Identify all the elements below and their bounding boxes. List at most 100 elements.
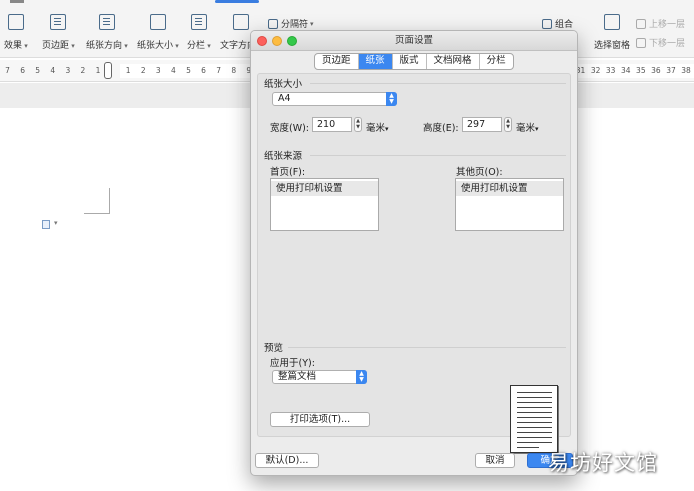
move-up-icon	[636, 18, 646, 29]
zoom-window-button[interactable]	[287, 36, 297, 46]
paper-size-label: 纸张大小	[137, 38, 179, 51]
preview-line	[517, 412, 552, 413]
ruler-number: 38	[681, 66, 691, 75]
indent-marker[interactable]	[104, 62, 112, 79]
ruler-number: 33	[605, 66, 616, 75]
select-pane-button[interactable]: 选择窗格	[594, 14, 630, 51]
effects-icon	[7, 14, 24, 30]
dialog-titlebar[interactable]: 页面设置	[251, 31, 577, 51]
ruler-number: 7	[5, 66, 10, 75]
page-break-label: 分隔符	[281, 20, 309, 30]
combine-icon	[542, 18, 552, 29]
preview-line	[517, 447, 539, 448]
columns-label: 分栏	[187, 38, 211, 51]
columns-icon	[190, 14, 207, 30]
ribbon-edge	[10, 0, 24, 3]
select-pane-icon	[604, 14, 620, 30]
ruler-number: 4	[50, 66, 56, 75]
first-page-label: 首页(F):	[270, 167, 306, 178]
effects-button[interactable]: 效果	[4, 14, 28, 51]
watermark-text: 易坊好文馆	[548, 451, 658, 475]
move-down-button[interactable]: 下移一层	[636, 36, 685, 49]
paper-source-section-title: 纸张来源	[264, 151, 303, 162]
preview-line	[517, 402, 552, 403]
preview-line	[517, 432, 552, 433]
apply-to-arrows-icon: ▲ ▼	[356, 370, 367, 384]
preview-line	[517, 417, 552, 418]
paper-size-divider	[310, 83, 566, 84]
combine-label: 组合	[555, 20, 574, 30]
close-window-button[interactable]	[257, 36, 267, 46]
move-down-label: 下移一层	[649, 39, 686, 49]
preview-line	[517, 422, 552, 423]
width-unit-caret-icon: ▾	[385, 125, 389, 133]
paper-size-icon	[149, 14, 166, 30]
combine-button[interactable]: 组合	[542, 17, 573, 30]
orientation-button[interactable]: 纸张方向	[86, 14, 128, 51]
ruler-number: 35	[636, 66, 646, 75]
default-button[interactable]: 默认(D)...	[255, 453, 319, 468]
tab-paper[interactable]: 纸张	[358, 54, 393, 69]
tab-content-panel: 纸张大小 A4 ▲ ▼ 宽度(W): 210 ▲ ▼ 毫米▾ 高度(E): 297 …	[257, 73, 571, 453]
paragraph-icon[interactable]	[42, 220, 50, 229]
paper-size-button[interactable]: 纸张大小	[137, 14, 179, 51]
ruler-number: 7	[216, 66, 222, 75]
height-stepper[interactable]: ▲ ▼	[504, 117, 512, 132]
ruler-number: 37	[666, 66, 676, 75]
ruler-number: 2	[80, 66, 86, 75]
select-arrows-icon: ▲ ▼	[386, 92, 397, 106]
minimize-window-button[interactable]	[272, 36, 282, 46]
columns-button[interactable]: 分栏	[187, 14, 211, 51]
preview-line	[517, 427, 552, 428]
cancel-button[interactable]: 取消	[475, 453, 515, 468]
page-break-caret-icon: ▾	[310, 19, 314, 28]
orientation-label: 纸张方向	[86, 38, 128, 51]
height-label: 高度(E):	[423, 123, 459, 134]
preview-line	[517, 407, 552, 408]
margins-label: 页边距	[42, 38, 75, 51]
width-stepper[interactable]: ▲ ▼	[354, 117, 362, 132]
preview-line	[517, 397, 552, 398]
tab-columns[interactable]: 分栏	[480, 54, 513, 69]
effects-label: 效果	[4, 38, 28, 51]
app-window: 效果 页边距 纸张方向 纸张大小 分栏 文字方向 分隔符 ▾	[0, 0, 694, 491]
page-break-button[interactable]: 分隔符 ▾	[268, 17, 314, 30]
ruler-number: 6	[20, 66, 25, 75]
print-options-button[interactable]: 打印选项(T)...	[270, 412, 370, 427]
dialog-title: 页面设置	[394, 35, 433, 46]
paper-size-select[interactable]: A4 ▲ ▼	[272, 92, 397, 106]
ruler-number: 5	[35, 66, 41, 75]
height-field[interactable]: 297	[462, 117, 502, 132]
first-page-item[interactable]: 使用打印机设置	[271, 181, 378, 196]
page-preview-thumbnail	[510, 385, 558, 453]
margins-button[interactable]: 页边距	[42, 14, 75, 51]
first-page-listbox[interactable]: 使用打印机设置	[270, 178, 379, 231]
move-up-button[interactable]: 上移一层	[636, 17, 685, 30]
tab-layout[interactable]: 版式	[393, 54, 427, 69]
tab-document-grid[interactable]: 文档网格	[427, 54, 480, 69]
paper-size-section-title: 纸张大小	[264, 79, 303, 90]
ruler-number: 6	[201, 66, 206, 75]
tab-margins[interactable]: 页边距	[315, 54, 359, 69]
width-field[interactable]: 210	[312, 117, 352, 132]
ruler-number: 8	[231, 66, 237, 75]
preview-line	[517, 392, 552, 393]
ruler-number: 36	[651, 66, 661, 75]
other-pages-item[interactable]: 使用打印机设置	[456, 181, 563, 196]
height-unit-select[interactable]: 毫米▾	[516, 120, 539, 134]
ruler-number: 1	[125, 66, 131, 75]
width-unit-select[interactable]: 毫米▾	[366, 120, 389, 134]
apply-to-select[interactable]: 整篇文档 ▲ ▼	[272, 370, 367, 384]
paragraph-caret-icon[interactable]: ▾	[54, 219, 58, 227]
height-unit: 毫米	[516, 123, 536, 134]
active-ribbon-tab-indicator[interactable]	[215, 0, 259, 3]
margin-corner-mark	[84, 188, 110, 214]
text-direction-icon	[232, 14, 249, 30]
preview-divider	[288, 347, 566, 348]
dialog-tabs: 页边距 纸张 版式 文档网格 分栏	[314, 53, 514, 70]
page-break-icon	[268, 18, 278, 29]
other-pages-listbox[interactable]: 使用打印机设置	[455, 178, 564, 231]
orientation-icon	[98, 14, 115, 30]
apply-to-label: 应用于(Y):	[270, 358, 315, 369]
width-label: 宽度(W):	[270, 123, 310, 134]
